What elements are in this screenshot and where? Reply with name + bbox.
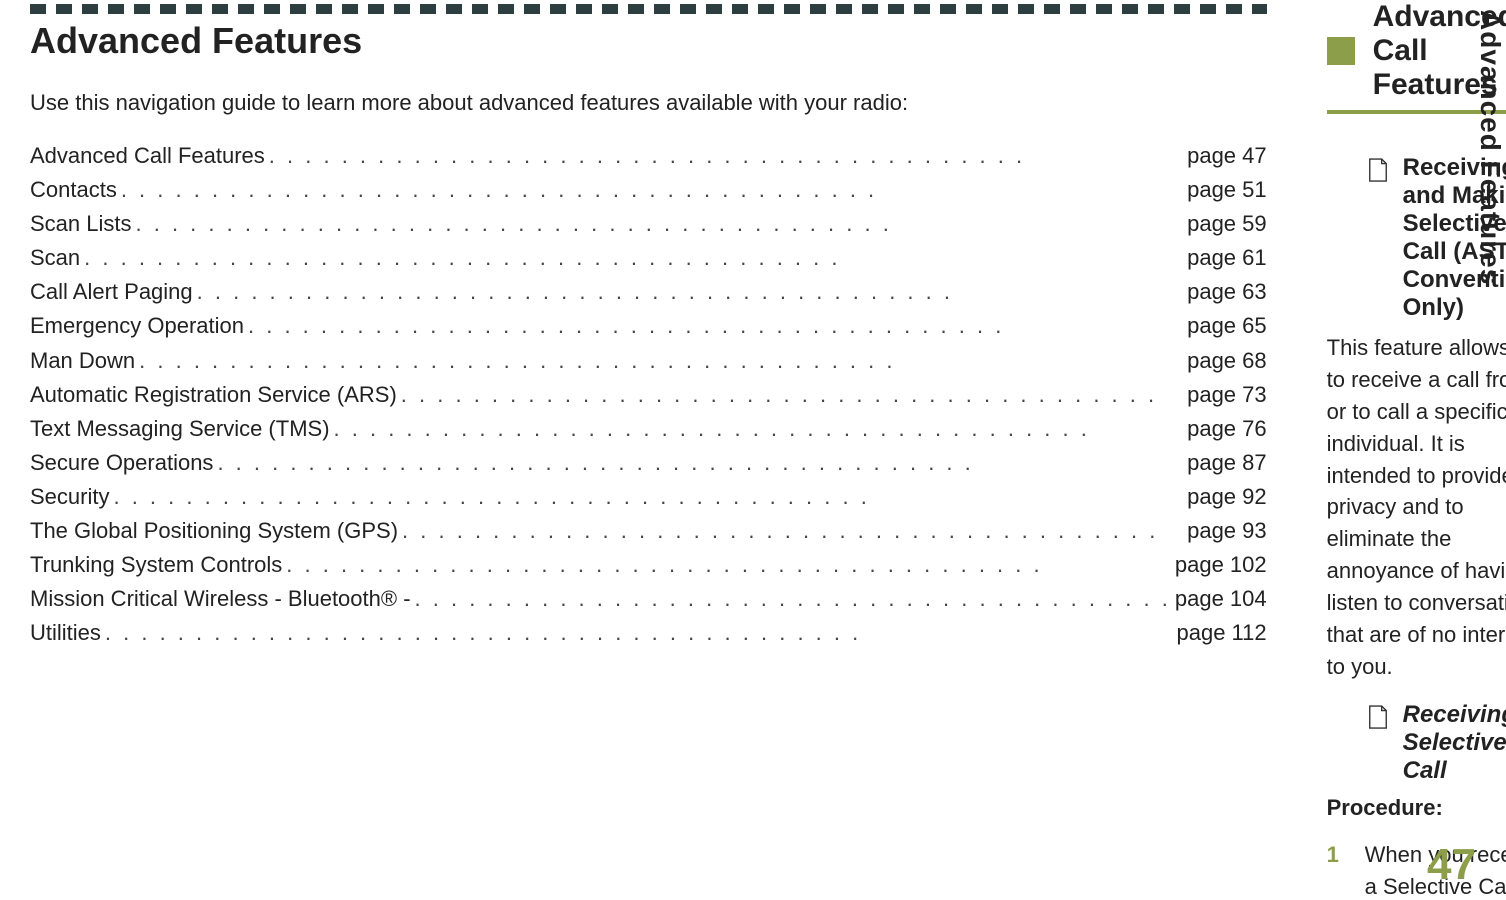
toc-page: page 61 bbox=[1187, 241, 1267, 275]
toc-line: The Global Positioning System (GPS) page … bbox=[30, 514, 1267, 548]
toc-page: page 76 bbox=[1187, 412, 1267, 446]
toc-label: Utilities bbox=[30, 616, 101, 650]
toc-dots bbox=[213, 446, 1187, 480]
toc-label: Text Messaging Service (TMS) bbox=[30, 412, 330, 446]
subheading-2: Receiving a Selective Call bbox=[1367, 701, 1506, 785]
left-column: Advanced Features Use this navigation gu… bbox=[30, 0, 1297, 900]
toc-page: page 63 bbox=[1187, 275, 1267, 309]
toc-line: Automatic Registration Service (ARS) page… bbox=[30, 378, 1267, 412]
toc-label: Secure Operations bbox=[30, 446, 213, 480]
toc-page: page 47 bbox=[1187, 139, 1267, 173]
toc-label: Trunking System Controls bbox=[30, 548, 282, 582]
step-number: 1 bbox=[1327, 839, 1347, 900]
toc-page: page 102 bbox=[1175, 548, 1267, 582]
toc-page: page 59 bbox=[1187, 207, 1267, 241]
toc-line: Security page 92 bbox=[30, 480, 1267, 514]
toc-dots bbox=[398, 514, 1187, 548]
toc-page: page 87 bbox=[1187, 446, 1267, 480]
steps: 1 When you receive a Selective Call, you… bbox=[1327, 829, 1506, 900]
toc-page: page 104 bbox=[1175, 582, 1267, 616]
side-tab: Advanced Features bbox=[1460, 10, 1506, 285]
toc-page: page 65 bbox=[1187, 309, 1267, 343]
toc-label: Automatic Registration Service (ARS) bbox=[30, 378, 397, 412]
toc-line: Advanced Call Features page 47 bbox=[30, 139, 1267, 173]
toc: Advanced Call Features page 47 Contacts pag… bbox=[30, 139, 1267, 650]
dashed-divider bbox=[30, 4, 1267, 14]
sub1-body: This feature allows you to receive a cal… bbox=[1327, 332, 1506, 683]
toc-dots bbox=[411, 582, 1175, 616]
toc-page: page 112 bbox=[1176, 616, 1266, 650]
toc-line: Mission Critical Wireless - Bluetooth® -… bbox=[30, 582, 1267, 616]
toc-page: page 93 bbox=[1187, 514, 1267, 548]
page-icon bbox=[1367, 705, 1389, 729]
intro-paragraph: Use this navigation guide to learn more … bbox=[30, 86, 1267, 119]
toc-label: Man Down bbox=[30, 344, 135, 378]
toc-dots bbox=[101, 616, 1177, 650]
toc-line: Contacts page 51 bbox=[30, 173, 1267, 207]
toc-line: Man Down page 68 bbox=[30, 344, 1267, 378]
section-bullet-icon bbox=[1327, 37, 1355, 65]
page-root: Advanced Features 47 Advanced Features U… bbox=[0, 0, 1506, 900]
toc-label: Security bbox=[30, 480, 109, 514]
toc-dots bbox=[193, 275, 1187, 309]
toc-label: Scan Lists bbox=[30, 207, 132, 241]
toc-label: Emergency Operation bbox=[30, 309, 244, 343]
toc-label: Mission Critical Wireless - Bluetooth® - bbox=[30, 582, 411, 616]
toc-dots bbox=[132, 207, 1188, 241]
left-title: Advanced Features bbox=[30, 20, 1267, 62]
toc-dots bbox=[117, 173, 1187, 207]
toc-page: page 68 bbox=[1187, 344, 1267, 378]
toc-line: Text Messaging Service (TMS) page 76 bbox=[30, 412, 1267, 446]
toc-dots bbox=[244, 309, 1187, 343]
toc-label: Call Alert Paging bbox=[30, 275, 193, 309]
toc-label: Contacts bbox=[30, 173, 117, 207]
toc-line: Scan page 61 bbox=[30, 241, 1267, 275]
page-icon bbox=[1367, 158, 1389, 182]
toc-label: The Global Positioning System (GPS) bbox=[30, 514, 398, 548]
toc-label: Scan bbox=[30, 241, 80, 275]
procedure-label: Procedure: bbox=[1327, 795, 1506, 821]
toc-line: Trunking System Controls page 102 bbox=[30, 548, 1267, 582]
toc-dots bbox=[330, 412, 1188, 446]
page-number: 47 bbox=[1427, 840, 1476, 890]
toc-line: Call Alert Paging page 63 bbox=[30, 275, 1267, 309]
subheading-2-text: Receiving a Selective Call bbox=[1403, 701, 1506, 785]
toc-dots bbox=[109, 480, 1187, 514]
toc-line: Emergency Operation page 65 bbox=[30, 309, 1267, 343]
toc-dots bbox=[397, 378, 1187, 412]
toc-page: page 92 bbox=[1187, 480, 1267, 514]
toc-page: page 51 bbox=[1187, 173, 1267, 207]
toc-dots bbox=[80, 241, 1187, 275]
toc-label: Advanced Call Features bbox=[30, 139, 265, 173]
toc-dots bbox=[282, 548, 1175, 582]
toc-dots bbox=[135, 344, 1187, 378]
toc-line: Secure Operations page 87 bbox=[30, 446, 1267, 480]
toc-line: Utilities page 112 bbox=[30, 616, 1267, 650]
step-1: 1 When you receive a Selective Call, you… bbox=[1327, 829, 1506, 900]
toc-page: page 73 bbox=[1187, 378, 1267, 412]
toc-line: Scan Lists page 59 bbox=[30, 207, 1267, 241]
toc-dots bbox=[265, 139, 1187, 173]
